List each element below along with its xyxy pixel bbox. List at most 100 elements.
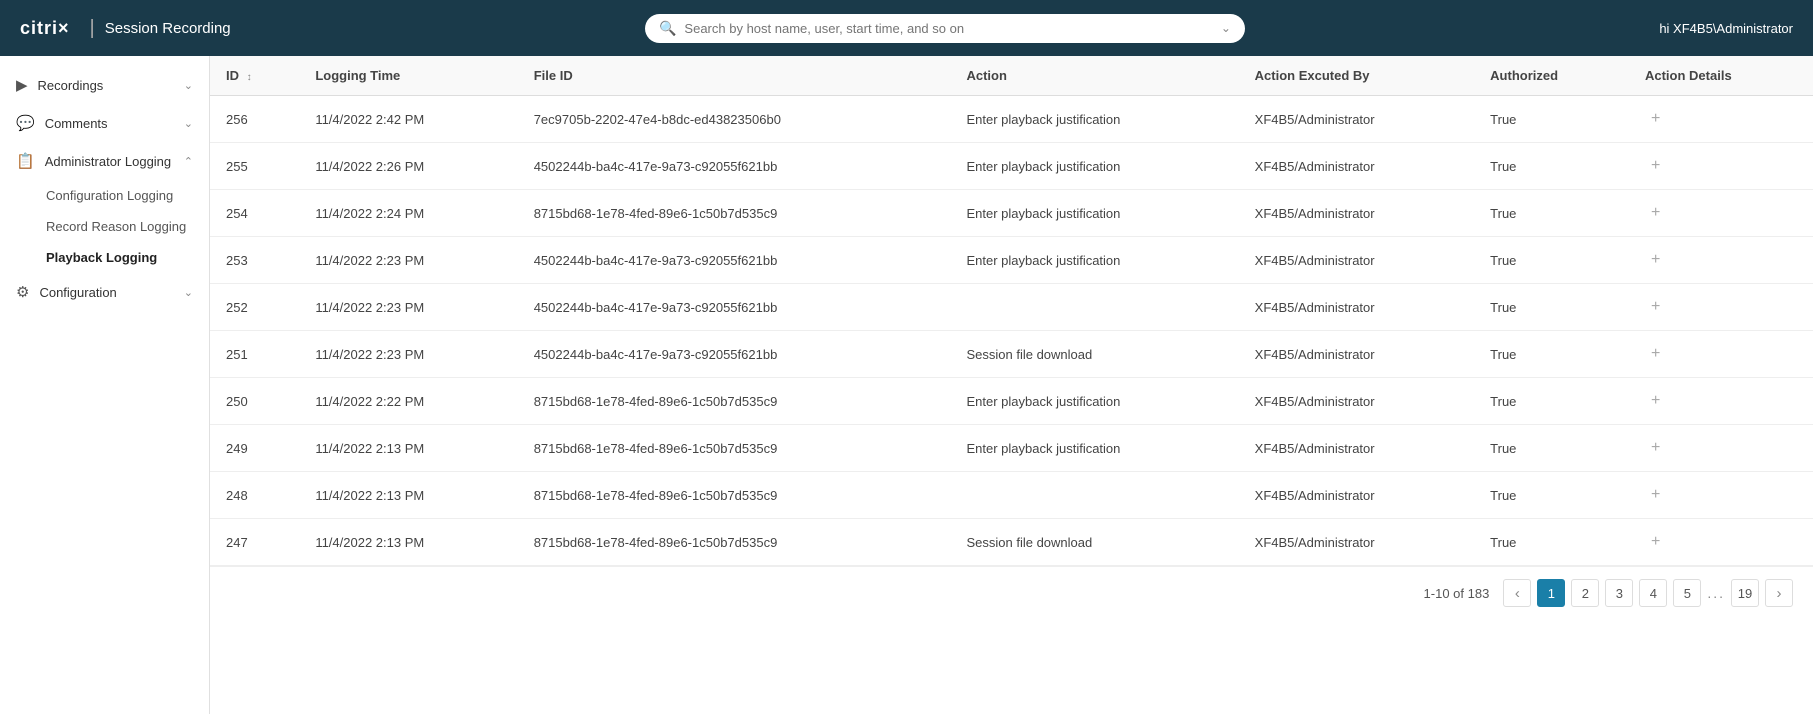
cell-action-details[interactable]: + — [1629, 425, 1813, 472]
action-details-button[interactable]: + — [1645, 249, 1666, 271]
topbar: citri× | Session Recording 🔍 ⌄ hi XF4B5\… — [0, 0, 1813, 56]
cell-action-executed-by: XF4B5/Administrator — [1239, 143, 1475, 190]
action-details-button[interactable]: + — [1645, 202, 1666, 224]
cell-id: 252 — [210, 284, 299, 331]
id-sort-icon: ↕ — [247, 72, 252, 83]
last-page-button[interactable]: 19 — [1731, 579, 1759, 607]
page-5-button[interactable]: 5 — [1673, 579, 1701, 607]
cell-id: 256 — [210, 96, 299, 143]
table-row: 249 11/4/2022 2:13 PM 8715bd68-1e78-4fed… — [210, 425, 1813, 472]
admin-logging-icon: 📋 — [16, 152, 35, 170]
recordings-chevron-icon: ⌄ — [184, 79, 193, 92]
table-row: 253 11/4/2022 2:23 PM 4502244b-ba4c-417e… — [210, 237, 1813, 284]
cell-action-executed-by: XF4B5/Administrator — [1239, 425, 1475, 472]
sidebar-item-admin-logging[interactable]: 📋 Administrator Logging ⌃ — [0, 142, 209, 180]
cell-action — [950, 284, 1238, 331]
sidebar-item-record-reason-logging[interactable]: Record Reason Logging — [30, 211, 209, 242]
action-details-button[interactable]: + — [1645, 390, 1666, 412]
next-page-button[interactable]: › — [1765, 579, 1793, 607]
cell-action: Enter playback justification — [950, 143, 1238, 190]
pagination-bar: 1-10 of 183 ‹ 1 2 3 4 5 ... 19 › — [210, 566, 1813, 619]
cell-file-id: 4502244b-ba4c-417e-9a73-c92055f621bb — [518, 331, 951, 378]
col-action: Action — [950, 56, 1238, 96]
table-header: ID ↕ Logging Time File ID Action Action … — [210, 56, 1813, 96]
sidebar-item-playback-logging[interactable]: Playback Logging — [30, 242, 209, 273]
sidebar-item-config-logging[interactable]: Configuration Logging — [30, 180, 209, 211]
action-details-button[interactable]: + — [1645, 108, 1666, 130]
cell-action: Session file download — [950, 331, 1238, 378]
action-details-button[interactable]: + — [1645, 343, 1666, 365]
page-4-button[interactable]: 4 — [1639, 579, 1667, 607]
cell-action-executed-by: XF4B5/Administrator — [1239, 284, 1475, 331]
table-row: 252 11/4/2022 2:23 PM 4502244b-ba4c-417e… — [210, 284, 1813, 331]
cell-file-id: 8715bd68-1e78-4fed-89e6-1c50b7d535c9 — [518, 378, 951, 425]
main-layout: ▶ Recordings ⌄ 💬 Comments ⌄ 📋 Administra… — [0, 56, 1813, 714]
cell-authorized: True — [1474, 425, 1629, 472]
pagination-info: 1-10 of 183 — [1424, 586, 1490, 601]
cell-authorized: True — [1474, 190, 1629, 237]
cell-authorized: True — [1474, 331, 1629, 378]
sidebar-admin-logging-label: Administrator Logging — [45, 154, 184, 169]
cell-action-details[interactable]: + — [1629, 190, 1813, 237]
cell-action-details[interactable]: + — [1629, 472, 1813, 519]
user-info: hi XF4B5\Administrator — [1659, 21, 1793, 36]
page-1-button[interactable]: 1 — [1537, 579, 1565, 607]
sidebar-comments-label: Comments — [45, 116, 184, 131]
action-details-button[interactable]: + — [1645, 155, 1666, 177]
cell-file-id: 4502244b-ba4c-417e-9a73-c92055f621bb — [518, 284, 951, 331]
action-details-button[interactable]: + — [1645, 484, 1666, 506]
admin-logging-chevron-icon: ⌃ — [184, 155, 193, 168]
cell-file-id: 7ec9705b-2202-47e4-b8dc-ed43823506b0 — [518, 96, 951, 143]
cell-authorized: True — [1474, 96, 1629, 143]
sidebar-recordings-label: Recordings — [38, 78, 184, 93]
admin-logging-submenu: Configuration Logging Record Reason Logg… — [0, 180, 209, 273]
cell-action-executed-by: XF4B5/Administrator — [1239, 472, 1475, 519]
cell-action-details[interactable]: + — [1629, 378, 1813, 425]
cell-action-details[interactable]: + — [1629, 331, 1813, 378]
cell-id: 254 — [210, 190, 299, 237]
logo-divider: | — [90, 17, 95, 40]
cell-action-executed-by: XF4B5/Administrator — [1239, 96, 1475, 143]
cell-action: Session file download — [950, 519, 1238, 566]
cell-action-details[interactable]: + — [1629, 284, 1813, 331]
cell-logging-time: 11/4/2022 2:13 PM — [299, 425, 517, 472]
app-title: Session Recording — [105, 20, 231, 37]
cell-action-details[interactable]: + — [1629, 96, 1813, 143]
cell-id: 255 — [210, 143, 299, 190]
cell-action-executed-by: XF4B5/Administrator — [1239, 378, 1475, 425]
cell-id: 249 — [210, 425, 299, 472]
playback-logging-table: ID ↕ Logging Time File ID Action Action … — [210, 56, 1813, 566]
cell-action: Enter playback justification — [950, 96, 1238, 143]
cell-authorized: True — [1474, 284, 1629, 331]
page-3-button[interactable]: 3 — [1605, 579, 1633, 607]
cell-action-details[interactable]: + — [1629, 519, 1813, 566]
col-id[interactable]: ID ↕ — [210, 56, 299, 96]
citrix-logo: citri× — [20, 18, 70, 39]
cell-action-details[interactable]: + — [1629, 237, 1813, 284]
action-details-button[interactable]: + — [1645, 437, 1666, 459]
search-input[interactable] — [684, 21, 1221, 36]
cell-file-id: 8715bd68-1e78-4fed-89e6-1c50b7d535c9 — [518, 519, 951, 566]
page-2-button[interactable]: 2 — [1571, 579, 1599, 607]
cell-file-id: 4502244b-ba4c-417e-9a73-c92055f621bb — [518, 237, 951, 284]
col-action-details: Action Details — [1629, 56, 1813, 96]
table-row: 248 11/4/2022 2:13 PM 8715bd68-1e78-4fed… — [210, 472, 1813, 519]
action-details-button[interactable]: + — [1645, 531, 1666, 553]
col-authorized: Authorized — [1474, 56, 1629, 96]
sidebar-item-comments[interactable]: 💬 Comments ⌄ — [0, 104, 209, 142]
cell-authorized: True — [1474, 237, 1629, 284]
cell-action-executed-by: XF4B5/Administrator — [1239, 331, 1475, 378]
cell-logging-time: 11/4/2022 2:22 PM — [299, 378, 517, 425]
search-wrapper[interactable]: 🔍 ⌄ — [645, 14, 1245, 43]
cell-action-details[interactable]: + — [1629, 143, 1813, 190]
prev-page-button[interactable]: ‹ — [1503, 579, 1531, 607]
col-action-executed-by: Action Excuted By — [1239, 56, 1475, 96]
search-chevron-icon[interactable]: ⌄ — [1221, 21, 1231, 35]
logo-area: citri× | Session Recording — [20, 17, 231, 40]
action-details-button[interactable]: + — [1645, 296, 1666, 318]
sidebar-item-configuration[interactable]: ⚙ Configuration ⌄ — [0, 273, 209, 311]
cell-action-executed-by: XF4B5/Administrator — [1239, 237, 1475, 284]
configuration-chevron-icon: ⌄ — [184, 286, 193, 299]
pagination-dots: ... — [1707, 585, 1725, 601]
sidebar-item-recordings[interactable]: ▶ Recordings ⌄ — [0, 66, 209, 104]
